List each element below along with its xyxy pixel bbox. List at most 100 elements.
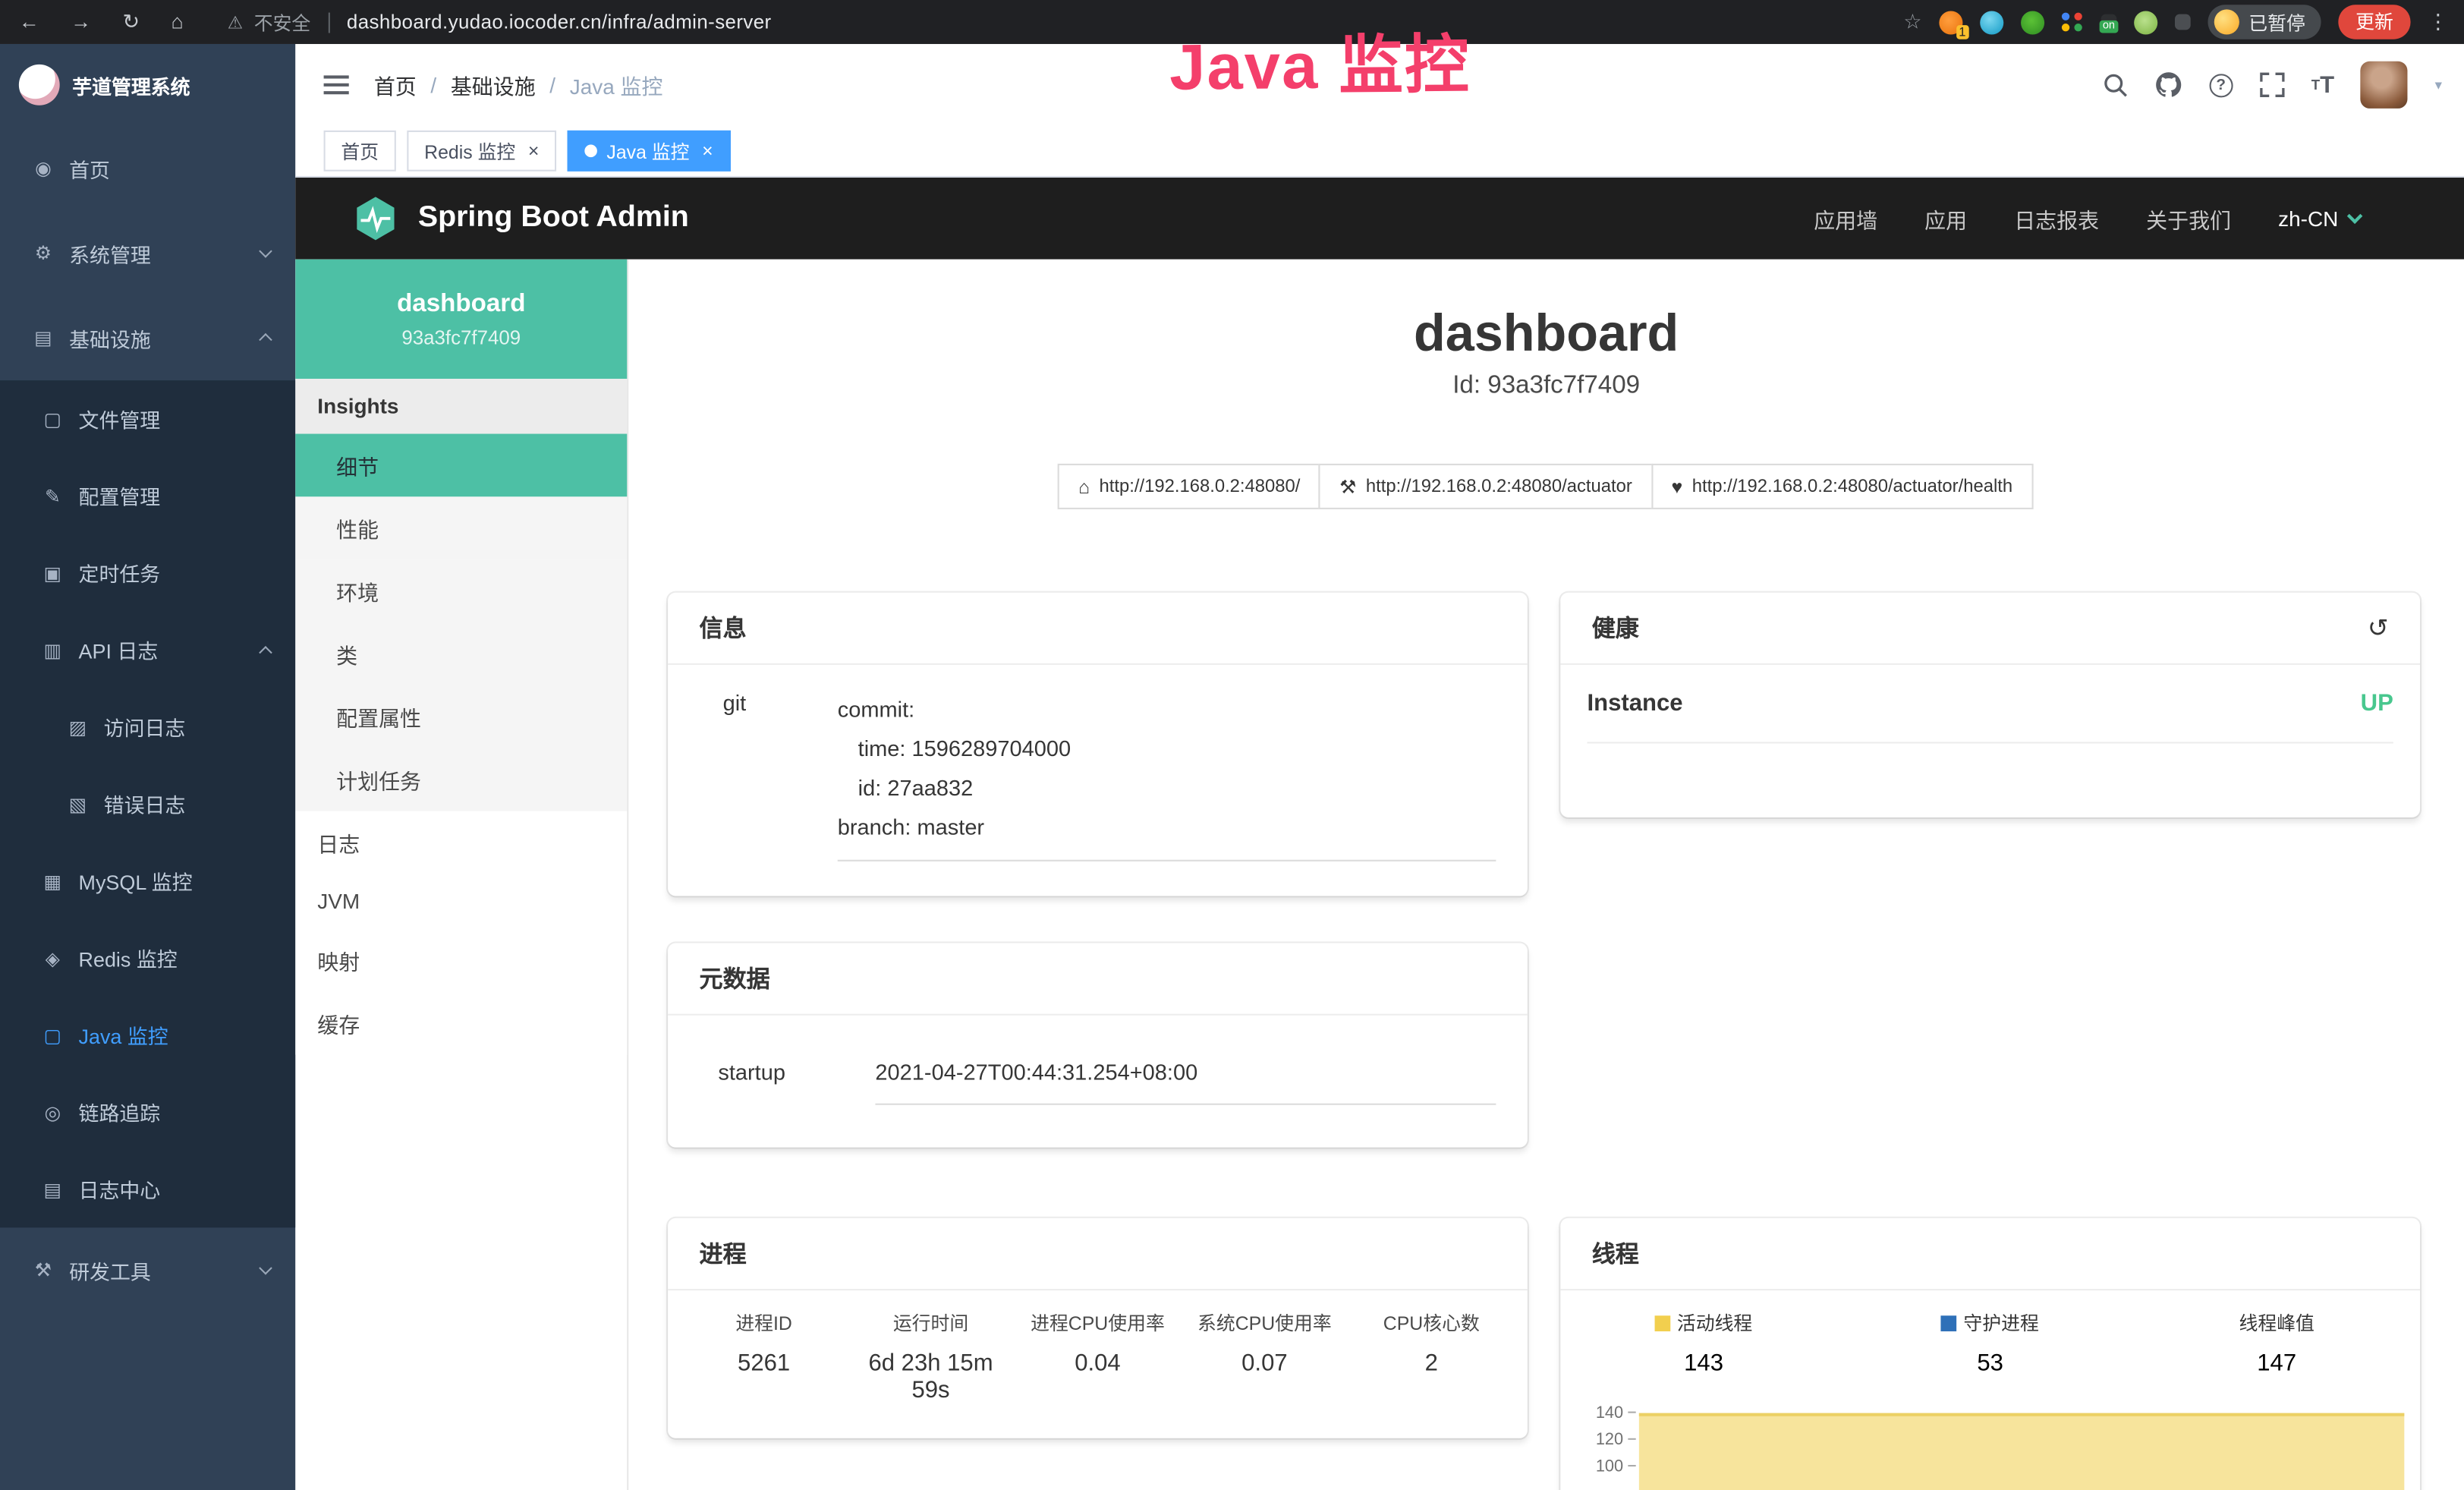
live-threads-swatch [1655,1315,1671,1331]
home-icon[interactable]: ⌂ [172,9,184,34]
live-threads-area [1639,1413,2404,1490]
github-icon[interactable] [2154,71,2182,99]
database-icon: ▦ [41,870,65,892]
sidebar-item-file-manage[interactable]: ▢ 文件管理 [0,380,295,457]
extension-dark-icon[interactable] [2175,14,2191,30]
sidebar-item-home[interactable]: ◉ 首页 [0,126,295,211]
breadcrumb-infra[interactable]: 基础设施 [451,69,536,100]
chevron-up-icon [259,333,272,347]
sba-item-configprops[interactable]: 配置属性 [295,685,627,748]
metadata-card: 元数据 startup 2021-04-27T00:44:31.254+08:0… [668,943,1528,1147]
health-card-title: 健康 [1592,612,1639,644]
url-separator [328,12,329,33]
extension-drop-icon[interactable] [1980,10,2003,33]
file-icon: ▢ [41,408,65,430]
sba-item-mappings[interactable]: 映射 [295,929,627,992]
sba-logo[interactable]: Spring Boot Admin [352,195,689,242]
sba-sidebar: dashboard 93a3fc7f7409 Insights 细节 性能 环境… [295,260,628,1490]
sba-item-details[interactable]: 细节 [295,434,627,497]
sba-instance-header[interactable]: dashboard 93a3fc7f7409 [295,260,627,379]
sba-item-caches[interactable]: 缓存 [295,992,627,1055]
sidebar-item-access-log[interactable]: ▨ 访问日志 [0,688,295,765]
sba-item-scheduledtasks[interactable]: 计划任务 [295,748,627,811]
sidebar-item-label: 系统管理 [69,238,151,268]
metadata-key: startup [700,1060,876,1105]
sidebar-item-infra[interactable]: ▤ 基础设施 [0,295,295,380]
help-icon[interactable]: ? [2209,73,2233,96]
sba-nav-wall[interactable]: 应用墙 [1814,203,1877,234]
extension-dots-icon[interactable] [2062,13,2084,32]
instance-id: 93a3fc7f7409 [401,326,521,348]
breadcrumb-home[interactable]: 首页 [374,69,417,100]
sidebar-item-api-log[interactable]: ▥ API 日志 [0,612,295,688]
home-icon: ⌂ [1078,475,1090,497]
screenshot-root: ← → ↻ ⌂ ⚠ 不安全 dashboard.yudao.iocoder.cn… [0,0,2464,1490]
profile-paused-badge[interactable]: 已暂停 [2208,5,2321,39]
address-bar[interactable]: ⚠ 不安全 dashboard.yudao.iocoder.cn/infra/a… [228,8,772,35]
extension-fox-icon[interactable]: 1 [1939,10,1962,33]
sidebar-item-system[interactable]: ⚙ 系统管理 [0,210,295,295]
active-dot-icon [584,145,597,158]
instance-links: ⌂ http://192.168.0.2:48080/ ⚒ http://192… [628,464,2464,509]
forward-icon[interactable]: → [71,9,91,34]
browser-menu-icon[interactable]: ⋮ [2428,9,2448,34]
sba-item-jvm[interactable]: JVM [295,874,627,928]
sba-nav-about[interactable]: 关于我们 [2146,203,2231,234]
browser-chrome: ← → ↻ ⌂ ⚠ 不安全 dashboard.yudao.iocoder.cn… [0,0,2464,44]
daemon-threads-swatch [1941,1315,1957,1331]
infra-submenu: ▢ 文件管理 ✎ 配置管理 ▣ 定时任务 ▥ API 日志 ▨ 访问日志 ▧ [0,380,295,1227]
tab-home[interactable]: 首页 [324,131,396,172]
hamburger-icon[interactable] [324,75,349,94]
health-url-link[interactable]: ♥ http://192.168.0.2:48080/actuator/heal… [1651,464,2033,509]
sba-item-logs[interactable]: 日志 [295,811,627,874]
tag-view-bar: 首页 Redis 监控 × Java 监控 × [295,126,2464,178]
chevron-down-icon [259,1262,272,1275]
tab-redis-monitor[interactable]: Redis 监控 × [407,131,556,172]
actuator-url-link[interactable]: ⚒ http://192.168.0.2:48080/actuator [1319,464,1652,509]
fullscreen-icon[interactable] [2259,72,2284,97]
sidebar-item-devtools[interactable]: ⚒ 研发工具 [0,1227,295,1312]
infrastructure-icon: ▤ [31,327,55,349]
bookmark-star-icon[interactable]: ☆ [1903,9,1921,34]
sidebar-item-log-center[interactable]: ▤ 日志中心 [0,1151,295,1227]
timer-icon: ▣ [41,562,65,584]
extension-green-icon[interactable] [2021,10,2044,33]
sba-item-classes[interactable]: 类 [295,622,627,685]
sba-locale-select[interactable]: zh-CN [2278,206,2360,230]
process-cpu: 0.04 [1015,1350,1182,1403]
sba-nav-links: 应用墙 应用 日志报表 关于我们 zh-CN [1814,203,2464,234]
sba-item-metrics[interactable]: 性能 [295,496,627,559]
tab-java-monitor[interactable]: Java 监控 × [568,131,731,172]
sidebar-item-tracing[interactable]: ◎ 链路追踪 [0,1073,295,1150]
sba-nav-journal[interactable]: 日志报表 [2014,203,2099,234]
sba-nav-applications[interactable]: 应用 [1924,203,1967,234]
font-size-icon[interactable]: TT [2311,71,2334,98]
process-card-title: 进程 [668,1218,1528,1290]
search-icon[interactable] [2102,72,2127,97]
extension-leaf-icon[interactable] [2134,10,2157,33]
history-icon[interactable]: ↺ [2368,613,2389,644]
peak-threads-value: 147 [2133,1350,2420,1377]
reload-icon[interactable]: ↻ [123,9,140,34]
sidebar-item-scheduled-job[interactable]: ▣ 定时任务 [0,534,295,611]
close-icon[interactable]: × [528,140,540,162]
user-avatar[interactable] [2361,61,2408,109]
avatar-caret-icon[interactable]: ▾ [2435,76,2442,93]
sidebar-item-redis-monitor[interactable]: ◈ Redis 监控 [0,919,295,996]
heart-icon: ♥ [1672,475,1683,497]
chrome-update-button[interactable]: 更新 [2338,5,2410,39]
back-icon[interactable]: ← [19,9,39,34]
sidebar-item-mysql-monitor[interactable]: ▦ MySQL 监控 [0,843,295,919]
browser-nav: ← → ↻ ⌂ [0,9,184,34]
sidebar-item-java-monitor[interactable]: ▢ Java 监控 [0,997,295,1073]
breadcrumb: 首页 / 基础设施 / Java 监控 [374,69,663,100]
app-logo[interactable]: 芋道管理系统 [0,44,295,126]
close-icon[interactable]: × [702,140,713,162]
sidebar-item-config-manage[interactable]: ✎ 配置管理 [0,458,295,534]
info-key: git [700,690,838,862]
service-url-link[interactable]: ⌂ http://192.168.0.2:48080/ [1058,464,1320,509]
browser-actions: ☆ 1 on 已暂停 更新 ⋮ [1903,5,2464,39]
extension-on-icon[interactable]: on [2101,14,2117,30]
sba-item-environment[interactable]: 环境 [295,559,627,622]
sidebar-item-error-log[interactable]: ▧ 错误日志 [0,765,295,842]
